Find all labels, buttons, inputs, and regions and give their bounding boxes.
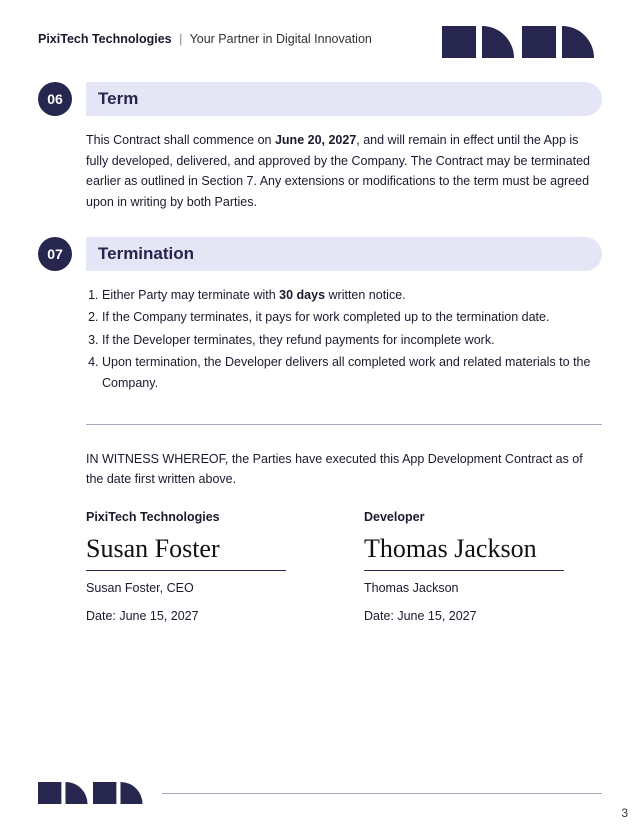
section-number-badge: 06	[38, 82, 72, 116]
party-label: Developer	[364, 510, 602, 524]
section-body: This Contract shall commence on June 20,…	[86, 130, 602, 213]
list-item: Upon termination, the Developer delivers…	[102, 352, 602, 393]
party-label: PixiTech Technologies	[86, 510, 324, 524]
section-number-badge: 07	[38, 237, 72, 271]
footer-line	[162, 793, 602, 794]
page-header: PixiTech Technologies | Your Partner in …	[0, 0, 640, 58]
page-number: 3	[621, 806, 628, 820]
signature-left: PixiTech Technologies Susan Foster Susan…	[86, 510, 324, 623]
signature-script: Susan Foster	[86, 534, 324, 564]
section-06: 06 Term This Contract shall commence on …	[38, 82, 602, 213]
header-divider: |	[179, 32, 182, 46]
header-text: PixiTech Technologies | Your Partner in …	[38, 26, 372, 46]
section-title-bar: Termination	[86, 237, 602, 271]
section-07: 07 Termination Either Party may terminat…	[38, 237, 602, 394]
section-head: 07 Termination	[38, 237, 602, 271]
divider-line	[86, 424, 602, 425]
company-name: PixiTech Technologies	[38, 32, 172, 46]
section-title-bar: Term	[86, 82, 602, 116]
witness-clause: IN WITNESS WHEREOF, the Parties have exe…	[86, 449, 602, 490]
sign-date: Date: June 15, 2027	[86, 609, 324, 623]
signature-line	[364, 570, 564, 571]
signature-right: Developer Thomas Jackson Thomas Jackson …	[364, 510, 602, 623]
signature-line	[86, 570, 286, 571]
tagline: Your Partner in Digital Innovation	[190, 32, 372, 46]
list-item: Either Party may terminate with 30 days …	[102, 285, 602, 306]
signature-script: Thomas Jackson	[364, 534, 602, 564]
sign-date: Date: June 15, 2027	[364, 609, 602, 623]
brand-logo-icon	[442, 26, 602, 58]
list-item: If the Company terminates, it pays for w…	[102, 307, 602, 328]
section-title: Termination	[98, 244, 194, 264]
signature-block: PixiTech Technologies Susan Foster Susan…	[86, 510, 602, 623]
section-head: 06 Term	[38, 82, 602, 116]
page-footer	[38, 782, 602, 804]
termination-list: Either Party may terminate with 30 days …	[102, 285, 602, 394]
brand-logo-icon	[38, 782, 148, 804]
section-title: Term	[98, 89, 138, 109]
signer-name: Thomas Jackson	[364, 581, 602, 595]
signer-name: Susan Foster, CEO	[86, 581, 324, 595]
section-body: Either Party may terminate with 30 days …	[86, 285, 602, 394]
list-item: If the Developer terminates, they refund…	[102, 330, 602, 351]
